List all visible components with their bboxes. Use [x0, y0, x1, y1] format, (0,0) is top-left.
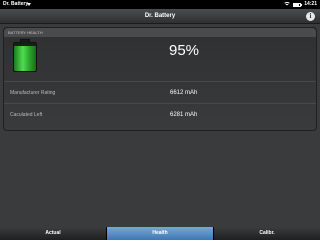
info-button[interactable]: i	[306, 12, 315, 21]
tab-calibr[interactable]: Calibr.	[214, 227, 320, 240]
status-time: 14:21	[304, 1, 317, 7]
manufacturer-rating-row: Manufacturer Rating 6612 mAh	[4, 81, 316, 103]
panel-label: BATTERY HEALTH	[4, 28, 316, 37]
status-indicators: 14:21	[283, 0, 317, 9]
row-label: Caculated Left	[10, 112, 43, 118]
row-value: 6612 mAh	[170, 90, 198, 96]
battery-level-icon	[13, 39, 37, 72]
app-menu-chevron-down-icon[interactable]	[27, 3, 31, 6]
status-bar: Dr. Battery 14:21	[0, 0, 320, 9]
app-header: Dr. Battery i	[0, 9, 320, 24]
bottom-tab-bar: Actual Health Calibr.	[0, 227, 320, 240]
tab-actual[interactable]: Actual	[0, 227, 106, 240]
battery-status-icon	[293, 2, 303, 7]
calculated-left-row: Caculated Left 6281 mAh	[4, 103, 316, 125]
page-title: Dr. Battery	[144, 13, 176, 19]
wifi-icon	[283, 2, 291, 7]
status-app-name[interactable]: Dr. Battery	[3, 0, 28, 9]
health-percent: 95%	[168, 42, 200, 59]
row-value: 6281 mAh	[170, 112, 198, 118]
battery-health-panel: BATTERY HEALTH 95% Manufacturer Rating 6…	[3, 27, 317, 131]
row-label: Manufacturer Rating	[10, 90, 56, 96]
tab-health[interactable]: Health	[107, 227, 213, 240]
